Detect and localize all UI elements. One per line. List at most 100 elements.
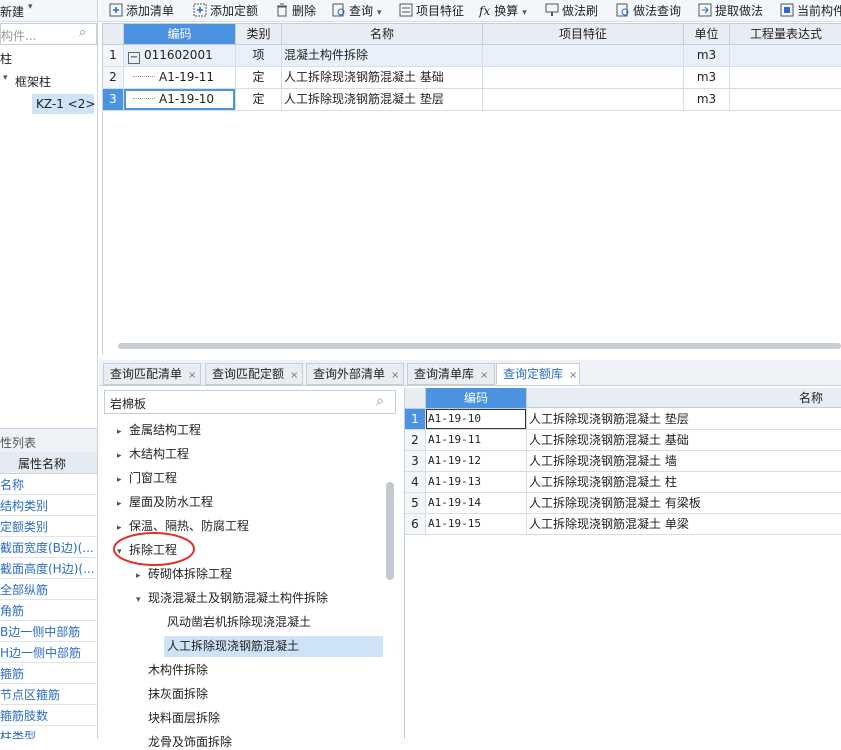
attribute-row[interactable]: 箍筋肢数 (0, 704, 97, 726)
close-icon[interactable]: × (480, 370, 488, 381)
code-cell[interactable]: A1-19-10 (124, 89, 236, 111)
code-cell[interactable]: A1-19-11 (124, 67, 236, 89)
quota-code-cell[interactable]: A1-19-12 (426, 451, 527, 472)
collapse-arrow-icon[interactable]: ▸ (117, 499, 125, 509)
quota-tree-node[interactable]: 木构件拆除 (136, 661, 208, 678)
close-icon[interactable]: × (290, 370, 298, 381)
row-number[interactable]: 4 (405, 472, 426, 493)
quantity-expr-cell[interactable] (730, 89, 841, 111)
quantity-expr-cell[interactable] (730, 67, 841, 89)
row-number[interactable]: 1 (103, 45, 124, 67)
row-number[interactable]: 6 (405, 514, 426, 535)
quota-tree-node[interactable]: ▸ 屋面及防水工程 (117, 493, 213, 510)
quota-tree-node[interactable]: ▸ 金属结构工程 (117, 421, 201, 438)
quota-name-cell[interactable]: 人工拆除现浇钢筋混凝土 基础 (527, 430, 841, 451)
quota-tree-node[interactable]: 抹灰面拆除 (136, 685, 208, 702)
feature-cell[interactable] (483, 67, 684, 89)
item-feature-button[interactable]: 项目特征 (399, 2, 464, 19)
component-search-input[interactable]: 构件... ⌕ (0, 23, 97, 45)
unit-cell[interactable]: m3 (684, 89, 730, 111)
quota-tree-node[interactable]: 块料面层拆除 (136, 709, 220, 726)
quota-tree-node[interactable]: 龙骨及饰面拆除 (136, 733, 232, 750)
search-icon[interactable]: ⌕ (79, 25, 86, 40)
col-code-header[interactable]: 编码 (124, 24, 236, 45)
close-icon[interactable]: × (188, 370, 196, 381)
add-bill-button[interactable]: 添加清单 (109, 2, 174, 19)
type-cell[interactable]: 定 (236, 67, 282, 89)
row-number[interactable]: 1 (405, 409, 426, 430)
tree-root[interactable]: 柱 (0, 50, 12, 67)
quota-name-cell[interactable]: 人工拆除现浇钢筋混凝土 有梁板 (527, 493, 841, 514)
method-brush-button[interactable]: 做法刷 (545, 2, 598, 19)
close-icon[interactable]: × (569, 370, 577, 381)
quota-name-cell[interactable]: 人工拆除现浇钢筋混凝土 墙 (527, 451, 841, 472)
row-number[interactable]: 3 (103, 89, 124, 111)
attribute-row[interactable]: B边一侧中部筋 (0, 620, 97, 642)
method-query-button[interactable]: 做法查询 (616, 2, 681, 19)
attribute-row[interactable]: 全部纵筋 (0, 578, 97, 600)
attribute-row[interactable]: 结构类别 (0, 494, 97, 516)
col-type-header[interactable]: 类别 (236, 24, 282, 45)
row-number[interactable]: 2 (405, 430, 426, 451)
name-cell[interactable]: 人工拆除现浇钢筋混凝土 基础 (282, 67, 483, 89)
tab-3[interactable]: 查询清单库 × (407, 363, 495, 385)
tab-2[interactable]: 查询外部清单 × (306, 363, 404, 385)
code-cell[interactable]: −011602001 (124, 45, 236, 67)
attribute-row[interactable]: 截面宽度(B边)(... (0, 536, 97, 558)
type-cell[interactable]: 定 (236, 89, 282, 111)
col-feature-header[interactable]: 项目特征 (483, 24, 684, 45)
name-cell[interactable]: 混凝土构件拆除 (282, 45, 483, 67)
quota-tree-node[interactable]: 风动凿岩机拆除现浇混凝土 (167, 613, 311, 630)
close-icon[interactable]: × (391, 370, 399, 381)
quota-tree-node[interactable]: ▸ 门窗工程 (117, 469, 177, 486)
tab-0[interactable]: 查询匹配清单 × (103, 363, 201, 385)
attribute-row[interactable]: 箍筋 (0, 662, 97, 684)
feature-cell[interactable] (483, 89, 684, 111)
attribute-row[interactable]: 节点区箍筋 (0, 683, 97, 705)
tab-4[interactable]: 查询定额库 × (496, 363, 580, 385)
feature-cell[interactable] (483, 45, 684, 67)
row-number[interactable]: 5 (405, 493, 426, 514)
collapse-arrow-icon[interactable]: ▸ (117, 451, 125, 461)
delete-button[interactable]: 删除 (275, 2, 316, 19)
type-cell[interactable]: 项 (236, 45, 282, 67)
quota-code-cell[interactable]: A1-19-13 (426, 472, 527, 493)
col-quantity-expr-header[interactable]: 工程量表达式 (730, 24, 841, 45)
vertical-scrollbar[interactable] (386, 482, 394, 580)
name-cell[interactable]: 人工拆除现浇钢筋混凝土 垫层 (282, 89, 483, 111)
new-button[interactable]: 新建 (0, 3, 24, 20)
attribute-row[interactable]: 名称 (0, 473, 97, 495)
quota-name-cell[interactable]: 人工拆除现浇钢筋混凝土 柱 (527, 472, 841, 493)
quota-code-cell[interactable]: A1-19-15 (426, 514, 527, 535)
collapse-arrow-icon[interactable]: ▸ (136, 571, 144, 581)
tab-1[interactable]: 查询匹配定额 × (205, 363, 303, 385)
convert-button[interactable]: fx 换算 ▾ (479, 2, 527, 19)
col-unit-header[interactable]: 单位 (684, 24, 730, 45)
extract-method-button[interactable]: 提取做法 (698, 2, 763, 19)
new-dropdown-icon[interactable]: ▾ (28, 2, 33, 12)
row-number[interactable]: 2 (103, 67, 124, 89)
attribute-row[interactable]: 角筋 (0, 599, 97, 621)
quota-tree-node[interactable]: ▾ 现浇混凝土及钢筋混凝土构件拆除 (136, 589, 328, 606)
collapse-arrow-icon[interactable]: ▸ (117, 427, 125, 437)
collapse-arrow-icon[interactable]: ▸ (117, 475, 125, 485)
quantity-expr-cell[interactable] (730, 45, 841, 67)
query-button[interactable]: 查询 ▾ (332, 2, 382, 19)
tree-child-frame-column[interactable]: 框架柱 (15, 73, 51, 90)
col-name-header[interactable]: 名称 (282, 24, 483, 45)
quota-code-cell[interactable]: A1-19-14 (426, 493, 527, 514)
current-component-button[interactable]: 当前构件 (780, 2, 841, 19)
attribute-row[interactable]: 截面高度(H边)(... (0, 557, 97, 579)
quota-name-cell[interactable]: 人工拆除现浇钢筋混凝土 单梁 (527, 514, 841, 535)
attribute-row[interactable]: 定额类别 (0, 515, 97, 537)
row-number[interactable]: 3 (405, 451, 426, 472)
quota-tree-node[interactable]: 人工拆除现浇钢筋混凝土 (167, 637, 299, 654)
component-kz1[interactable]: KZ-1 <2> (32, 94, 95, 114)
unit-cell[interactable]: m3 (684, 67, 730, 89)
quota-name-header[interactable]: 名称 (527, 388, 841, 408)
expand-arrow-icon[interactable]: ▾ (3, 73, 8, 83)
search-icon[interactable]: ⌕ (376, 393, 384, 409)
collapse-icon[interactable]: − (128, 52, 140, 64)
horizontal-scrollbar[interactable] (118, 343, 841, 349)
expand-arrow-icon[interactable]: ▾ (136, 595, 144, 605)
